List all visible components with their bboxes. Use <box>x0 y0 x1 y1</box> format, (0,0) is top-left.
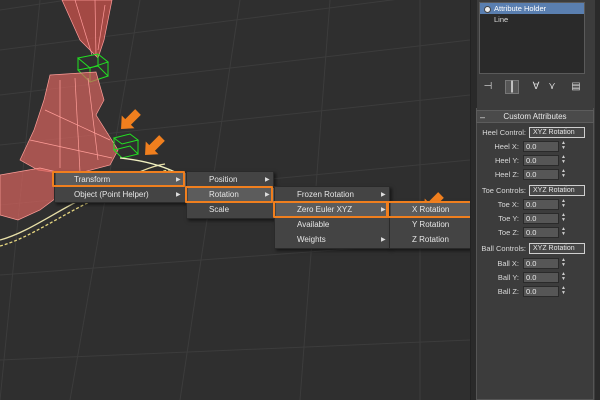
command-panel: Attribute Holder Line ⊣ ┃ ∀ ⋎ ▤ – Custom… <box>470 0 600 400</box>
configure-modifier-sets-icon[interactable]: ▤ <box>569 80 583 94</box>
heel-x-label: Heel X: <box>494 142 519 151</box>
menu-item-zero-euler-label: Zero Euler XYZ <box>297 205 353 214</box>
menu-item-x-rotation-label: X Rotation <box>412 205 450 214</box>
submenu-arrow-icon: ▶ <box>381 207 386 213</box>
heel-y-spinner[interactable]: 0.0 <box>523 155 559 166</box>
stack-item-label: Attribute Holder <box>494 4 547 13</box>
menu-item-y-rotation-label: Y Rotation <box>412 220 450 229</box>
menu-item-frozen-label: Frozen Rotation <box>297 190 354 199</box>
stack-item-attribute-holder[interactable]: Attribute Holder <box>480 3 584 14</box>
spinner-arrows-icon[interactable]: ▲ ▼ <box>561 199 568 210</box>
heel-control-label: Heel Control: <box>482 128 526 137</box>
ball-y-row: Ball Y: 0.0 ▲ ▼ <box>471 272 600 284</box>
ball-controls-label: Ball Controls: <box>481 244 526 253</box>
collapse-icon: – <box>480 112 486 122</box>
remove-modifier-icon[interactable]: ⋎ <box>545 80 559 94</box>
heel-control-button[interactable]: XYZ Rotation <box>529 127 585 138</box>
toe-controls-label: Toe Controls: <box>481 186 526 195</box>
toe-z-label: Toe Z: <box>498 228 519 237</box>
transform-submenu: Position ▶ Rotation ▶ Scale <box>186 171 274 219</box>
spinner-arrows-icon[interactable]: ▲ ▼ <box>561 258 568 269</box>
make-unique-icon[interactable]: ∀ <box>529 80 543 94</box>
zero-euler-submenu: X Rotation Y Rotation Z Rotation <box>389 201 470 249</box>
menu-item-zero-euler-xyz[interactable]: Zero Euler XYZ ▶ <box>276 203 390 217</box>
rotation-submenu: Frozen Rotation ▶ Zero Euler XYZ ▶ Avail… <box>274 186 390 249</box>
ball-controls-button[interactable]: XYZ Rotation <box>529 243 585 254</box>
heel-z-spinner[interactable]: 0.0 <box>523 169 559 180</box>
menu-item-position[interactable]: Position ▶ <box>188 173 274 187</box>
spinner-arrows-icon[interactable]: ▲ ▼ <box>561 272 568 283</box>
toe-y-label: Toe Y: <box>498 214 519 223</box>
submenu-arrow-icon: ▶ <box>265 177 270 183</box>
ball-x-row: Ball X: 0.0 ▲ ▼ <box>471 258 600 270</box>
leg-mesh <box>61 0 113 59</box>
pin-stack-icon[interactable]: ⊣ <box>481 80 495 94</box>
heel-z-label: Heel Z: <box>494 170 519 179</box>
heel-y-row: Heel Y: 0.0 ▲ ▼ <box>471 155 600 167</box>
menu-item-transform[interactable]: Transform ▶ <box>56 173 186 187</box>
stack-toolbar: ⊣ ┃ ∀ ⋎ ▤ <box>477 77 597 97</box>
rollout-title: Custom Attributes <box>503 112 567 121</box>
toe-y-spinner[interactable]: 0.0 <box>523 213 559 224</box>
point-helper-ball <box>112 133 140 159</box>
menu-item-z-rotation-label: Z Rotation <box>412 235 449 244</box>
menu-item-position-label: Position <box>209 175 238 184</box>
light-bulb-icon[interactable] <box>484 5 491 13</box>
toe-z-spinner[interactable]: 0.0 <box>523 227 559 238</box>
ball-controls-row: Ball Controls: XYZ Rotation <box>471 243 600 255</box>
quad-menu-level1: Transform ▶ Object (Point Helper) ▶ <box>54 171 186 203</box>
spinner-arrows-icon[interactable]: ▲ ▼ <box>561 227 568 238</box>
toe-x-row: Toe X: 0.0 ▲ ▼ <box>471 199 600 211</box>
menu-item-scale[interactable]: Scale <box>188 203 274 217</box>
ball-z-row: Ball Z: 0.0 ▲ ▼ <box>471 286 600 298</box>
toe-controls-button[interactable]: XYZ Rotation <box>529 185 585 196</box>
toe-controls-row: Toe Controls: XYZ Rotation <box>471 185 600 197</box>
menu-item-frozen-rotation[interactable]: Frozen Rotation ▶ <box>276 188 390 202</box>
ball-z-spinner[interactable]: 0.0 <box>523 286 559 297</box>
menu-item-scale-label: Scale <box>209 205 230 214</box>
viewport-perspective[interactable]: Transform ▶ Object (Point Helper) ▶ Posi… <box>0 0 470 400</box>
menu-item-rotation-label: Rotation <box>209 190 239 199</box>
spinner-arrows-icon[interactable]: ▲ ▼ <box>561 213 568 224</box>
modifier-stack-list: Attribute Holder Line <box>479 2 585 74</box>
submenu-arrow-icon: ▶ <box>176 177 181 183</box>
menu-item-z-rotation[interactable]: Z Rotation <box>391 233 470 247</box>
heel-control-row: Heel Control: XYZ Rotation <box>471 127 600 139</box>
spinner-arrows-icon[interactable]: ▲ ▼ <box>561 141 568 152</box>
spinner-arrows-icon[interactable]: ▲ ▼ <box>561 286 568 297</box>
heel-x-row: Heel X: 0.0 ▲ ▼ <box>471 141 600 153</box>
toe-y-row: Toe Y: 0.0 ▲ ▼ <box>471 213 600 225</box>
rollout-header[interactable]: – Custom Attributes <box>476 110 594 123</box>
show-end-result-icon[interactable]: ┃ <box>505 80 519 94</box>
spinner-arrows-icon[interactable]: ▲ ▼ <box>561 155 568 166</box>
spinner-arrows-icon[interactable]: ▲ ▼ <box>561 169 568 180</box>
menu-item-object-point-helper[interactable]: Object (Point Helper) ▶ <box>56 188 186 202</box>
submenu-arrow-icon: ▶ <box>381 192 386 198</box>
toe-x-spinner[interactable]: 0.0 <box>523 199 559 210</box>
menu-item-weights-label: Weights <box>297 235 326 244</box>
ball-y-label: Ball Y: <box>497 273 519 282</box>
heel-z-row: Heel Z: 0.0 ▲ ▼ <box>471 169 600 181</box>
submenu-arrow-icon: ▶ <box>265 192 270 198</box>
stack-item-label: Line <box>494 15 509 24</box>
heel-x-spinner[interactable]: 0.0 <box>523 141 559 152</box>
ball-y-spinner[interactable]: 0.0 <box>523 272 559 283</box>
menu-item-available[interactable]: Available <box>276 218 390 232</box>
ball-x-spinner[interactable]: 0.0 <box>523 258 559 269</box>
menu-item-weights[interactable]: Weights ▶ <box>276 233 390 247</box>
menu-item-y-rotation[interactable]: Y Rotation <box>391 218 470 232</box>
stack-item-line[interactable]: Line <box>480 14 584 25</box>
heel-y-label: Heel Y: <box>494 156 519 165</box>
menu-item-transform-label: Transform <box>74 175 111 184</box>
submenu-arrow-icon: ▶ <box>381 237 386 243</box>
menu-item-available-label: Available <box>297 220 330 229</box>
submenu-arrow-icon: ▶ <box>176 192 181 198</box>
ball-z-label: Ball Z: <box>497 287 519 296</box>
menu-item-object-label: Object (Point Helper) <box>74 190 149 199</box>
menu-item-x-rotation[interactable]: X Rotation <box>391 203 470 217</box>
ball-x-label: Ball X: <box>497 259 519 268</box>
menu-item-rotation[interactable]: Rotation ▶ <box>188 188 274 202</box>
toe-x-label: Toe X: <box>497 200 519 209</box>
toe-z-row: Toe Z: 0.0 ▲ ▼ <box>471 227 600 239</box>
